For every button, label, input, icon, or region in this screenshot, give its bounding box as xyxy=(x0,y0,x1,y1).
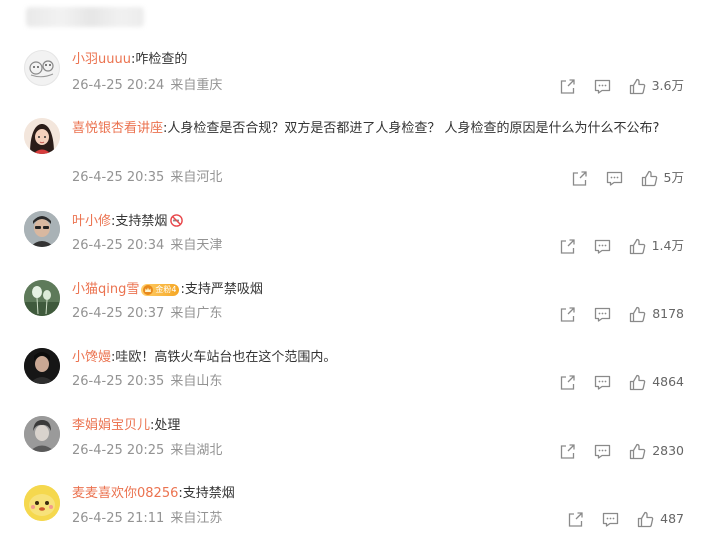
comment-meta: 26-4-25 20:37 来自广东 xyxy=(72,305,222,323)
username-link[interactable]: 小羽uuuu xyxy=(72,52,131,67)
comment-location: 来自广东 xyxy=(170,306,223,321)
comment-actions: 8178 xyxy=(559,305,684,323)
like-icon[interactable] xyxy=(629,306,646,323)
comment-time: 26-4-25 20:35 xyxy=(72,170,165,185)
comment-body: :人身检查是否合规？双方是否都进了人身检查？ 人身检查的原因是什么为什么不公布? xyxy=(163,121,660,136)
comment-text: 小馋嫚:哇欧！高铁火车站台也在这个范围内。 xyxy=(72,346,684,370)
username-link[interactable]: 李娟娟宝贝儿 xyxy=(72,418,150,433)
comment-time: 26-4-25 20:34 xyxy=(72,238,165,253)
like-icon[interactable] xyxy=(629,374,646,391)
comment-actions: 2830 xyxy=(559,442,684,460)
comment-text: 小猫qing雪 金粉4:支持严禁吸烟 xyxy=(72,278,684,302)
comment-meta: 26-4-25 20:35 来自山东 xyxy=(72,373,222,391)
comment-text: 喜悦银杏看讲座:人身检查是否合规？双方是否都进了人身检查？ 人身检查的原因是什么… xyxy=(72,117,684,141)
comment-body: :支持严禁吸烟 xyxy=(180,282,263,297)
comment-reply-icon[interactable] xyxy=(594,78,611,95)
comment-location: 来自湖北 xyxy=(170,443,223,458)
comment-time: 26-4-25 20:37 xyxy=(72,306,165,321)
comment-body: :支持禁烟 xyxy=(111,214,168,229)
share-icon[interactable] xyxy=(559,78,576,95)
like-icon[interactable] xyxy=(629,78,646,95)
comment-reply-icon[interactable] xyxy=(606,170,623,187)
comment-meta: 26-4-25 21:11 来自江苏 xyxy=(72,510,222,528)
share-icon[interactable] xyxy=(559,306,576,323)
like-count: 1.4万 xyxy=(651,238,684,253)
comment-time: 26-4-25 20:35 xyxy=(72,374,165,389)
avatar[interactable] xyxy=(24,280,60,316)
avatar[interactable] xyxy=(24,118,60,154)
comment-actions: 3.6万 xyxy=(559,77,684,95)
comment-body: :支持禁烟 xyxy=(178,486,235,501)
avatar[interactable] xyxy=(24,485,60,521)
like-count: 4864 xyxy=(652,374,684,389)
like-count: 5万 xyxy=(663,170,684,185)
comment-reply-icon[interactable] xyxy=(594,238,611,255)
comment-meta: 26-4-25 20:25 来自湖北 xyxy=(72,442,222,460)
comment-location: 来自天津 xyxy=(170,238,223,253)
share-icon[interactable] xyxy=(571,170,588,187)
comment-meta: 26-4-25 20:35 来自河北 xyxy=(72,169,222,187)
comment-text: 李娟娟宝贝儿:处理 xyxy=(72,414,684,438)
comment-location: 来自河北 xyxy=(170,170,223,185)
share-icon[interactable] xyxy=(567,511,584,528)
username-link[interactable]: 喜悦银杏看讲座 xyxy=(72,121,163,136)
share-icon[interactable] xyxy=(559,374,576,391)
comment-meta: 26-4-25 20:24 来自重庆 xyxy=(72,77,222,95)
comment-reply-icon[interactable] xyxy=(602,511,619,528)
comment-body: :哇欧！高铁火车站台也在这个范围内。 xyxy=(111,350,337,365)
comment-meta: 26-4-25 20:34 来自天津 xyxy=(72,237,222,255)
no-smoking-icon xyxy=(170,212,184,227)
avatar[interactable] xyxy=(24,50,60,86)
comment-actions: 1.4万 xyxy=(559,237,684,255)
comment-actions: 5万 xyxy=(571,169,684,187)
like-count: 487 xyxy=(660,511,684,526)
comment-location: 来自江苏 xyxy=(170,511,223,526)
share-icon[interactable] xyxy=(559,238,576,255)
username-link[interactable]: 叶小修 xyxy=(72,214,111,229)
avatar[interactable] xyxy=(24,348,60,384)
avatar[interactable] xyxy=(24,416,60,452)
comment-time: 26-4-25 20:25 xyxy=(72,443,165,458)
comment-location: 来自山东 xyxy=(170,374,223,389)
comment-text: 小羽uuuu:咋检查的 xyxy=(72,48,684,72)
like-icon[interactable] xyxy=(629,238,646,255)
fan-badge[interactable]: 金粉4 xyxy=(141,284,180,296)
like-count: 3.6万 xyxy=(651,78,684,93)
username-link[interactable]: 小馋嫚 xyxy=(72,350,111,365)
comment-reply-icon[interactable] xyxy=(594,443,611,460)
comment-list-page: 小羽uuuu:咋检查的 26-4-25 20:24 来自重庆 3.6万 喜悦银杏… xyxy=(0,0,704,545)
comment-reply-icon[interactable] xyxy=(594,306,611,323)
comment-actions: 487 xyxy=(567,510,684,528)
comment-body: :咋检查的 xyxy=(130,52,188,67)
comment-reply-icon[interactable] xyxy=(594,374,611,391)
comment-time: 26-4-25 20:24 xyxy=(72,78,165,93)
like-count: 2830 xyxy=(652,443,684,458)
comment-location: 来自重庆 xyxy=(170,78,223,93)
avatar[interactable] xyxy=(24,211,60,247)
blurred-header xyxy=(26,7,144,27)
comment-body: :处理 xyxy=(150,418,181,433)
fan-badge-label: 金粉4 xyxy=(155,285,177,294)
username-link[interactable]: 麦麦喜欢你08256 xyxy=(72,486,178,501)
comment-time: 26-4-25 21:11 xyxy=(72,511,165,526)
username-link[interactable]: 小猫qing雪 xyxy=(72,282,139,297)
like-icon[interactable] xyxy=(637,511,654,528)
like-count: 8178 xyxy=(652,306,684,321)
like-icon[interactable] xyxy=(629,443,646,460)
share-icon[interactable] xyxy=(559,443,576,460)
comment-text: 麦麦喜欢你08256:支持禁烟 xyxy=(72,482,684,506)
comment-actions: 4864 xyxy=(559,373,684,391)
like-icon[interactable] xyxy=(641,170,658,187)
comment-text: 叶小修:支持禁烟 xyxy=(72,210,684,234)
